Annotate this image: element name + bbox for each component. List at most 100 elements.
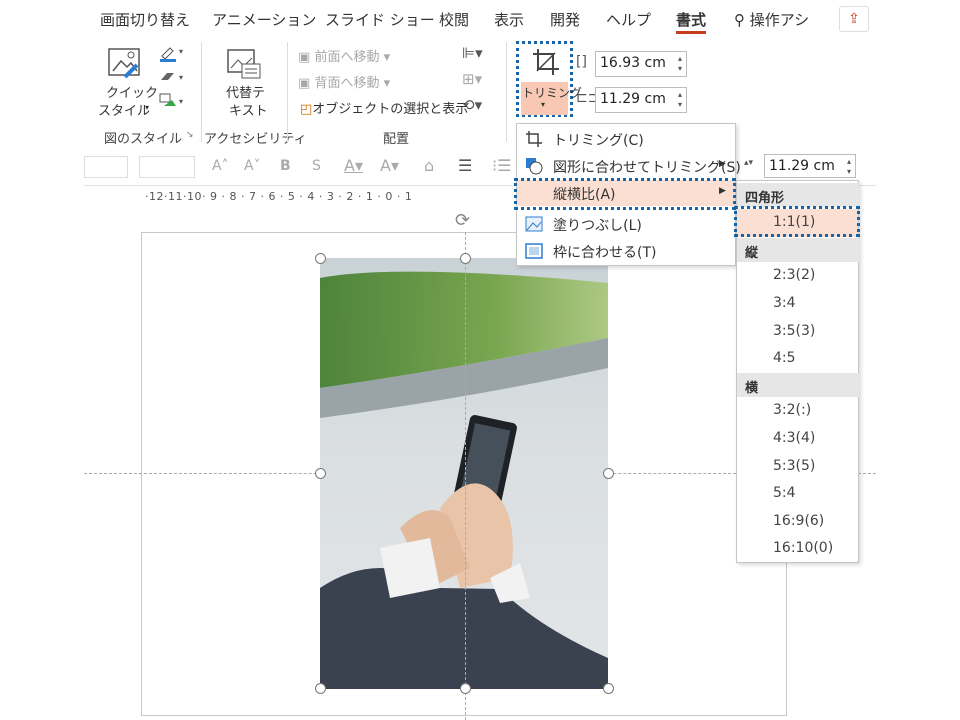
alt-text-icon[interactable] — [226, 46, 262, 80]
svg-text:▾: ▾ — [179, 97, 183, 106]
dialog-launcher-icon[interactable]: ↘ — [186, 130, 194, 140]
resize-handle-t[interactable] — [460, 253, 471, 264]
submenu-item-16-9[interactable]: 16:9(6) — [773, 513, 824, 529]
tab-transitions[interactable]: 画面切り替え — [100, 9, 190, 30]
spinner-arrows[interactable]: ▴▾ — [678, 90, 682, 110]
search-icon: ⚲ — [734, 11, 745, 29]
fit-icon — [525, 243, 543, 259]
selection-pane-label: オブジェクトの選択と表示 — [312, 102, 469, 117]
selection-pane-button[interactable]: ◰オブジェクトの選択と表示 — [300, 98, 468, 117]
guide-vertical — [465, 232, 466, 720]
selection-pane-icon: ◰ — [300, 102, 313, 117]
fill-icon — [525, 216, 543, 232]
shape-width-input[interactable]: 11.29 cm ▴ ▾ — [595, 87, 687, 113]
menu-item-label: トリミング(C) — [553, 133, 644, 149]
spinner-arrows[interactable]: ▴▾ — [847, 157, 851, 177]
resize-handle-l[interactable] — [315, 468, 326, 479]
width-value: 11.29 cm — [600, 91, 666, 107]
group-arrange: 配置 — [383, 132, 410, 147]
tab-format[interactable]: 書式 — [676, 9, 706, 30]
height-value: 16.93 cm — [600, 55, 666, 71]
submenu-item-3-5[interactable]: 3:5(3) — [773, 323, 815, 339]
bold-icon[interactable]: B — [280, 158, 291, 174]
tab-help[interactable]: ヘルプ — [606, 9, 651, 30]
selected-picture[interactable] — [320, 258, 608, 689]
picture-effects-icon[interactable]: ▾ — [158, 68, 186, 86]
picture-border-icon[interactable]: ▾ — [158, 44, 186, 62]
submenu-item-4-3[interactable]: 4:3(4) — [773, 430, 815, 446]
resize-handle-bl[interactable] — [315, 683, 326, 694]
mini-height-value: 11.29 cm — [769, 158, 835, 174]
resize-handle-r[interactable] — [603, 468, 614, 479]
align-icon[interactable]: ⊫▾ — [462, 44, 483, 62]
crop-icon — [533, 49, 559, 75]
resize-handle-b[interactable] — [460, 683, 471, 694]
menu-item-crop[interactable]: トリミング(C) — [517, 126, 735, 152]
tab-slideshow[interactable]: スライド ショー — [325, 9, 435, 30]
font-size-box[interactable] — [139, 156, 195, 178]
menu-item-label: 図形に合わせてトリミング(S) — [553, 160, 741, 176]
bring-forward-icon: ▣ — [298, 50, 311, 65]
menu-item-fill[interactable]: 塗りつぶし(L) — [517, 211, 735, 237]
aspect-ratio-submenu: 四角形 1:1(1) 縦 2:3(2) 3:4 3:5(3) 4:5 横 3:2… — [736, 180, 859, 563]
resize-handle-tl[interactable] — [315, 253, 326, 264]
format-painter-icon[interactable]: ⌂ — [424, 156, 434, 175]
group-accessibility: アクセシビリティ — [204, 132, 307, 147]
crop-button[interactable]: トリミング ▾ — [516, 41, 582, 117]
grow-font-icon[interactable]: A˄ — [212, 158, 229, 174]
font-color-icon[interactable]: A▾ — [344, 156, 363, 175]
quick-style-label-1: クイック — [106, 86, 159, 101]
group-icon[interactable]: ⊞▾ — [462, 70, 482, 88]
alt-text-label-1: 代替テ — [226, 86, 266, 101]
quick-style-icon[interactable] — [106, 46, 144, 80]
send-backward-icon: ▣ — [298, 76, 311, 91]
share-icon: ⇪ — [848, 11, 860, 27]
group-picture-styles: 図のスタイル — [104, 132, 183, 147]
crop-to-shape-icon — [526, 158, 543, 175]
tab-view[interactable]: 表示 — [494, 9, 524, 30]
submenu-item-5-3[interactable]: 5:3(5) — [773, 458, 815, 474]
font-name-box[interactable] — [84, 156, 128, 178]
resize-handle-br[interactable] — [603, 683, 614, 694]
bring-forward-label: 前面へ移動 — [314, 50, 380, 65]
text-effects-icon[interactable]: A▾ — [380, 156, 399, 175]
submenu-header-landscape: 横 — [737, 373, 859, 397]
submenu-item-3-4[interactable]: 3:4 — [773, 295, 796, 311]
height-icon: [] — [576, 54, 587, 70]
submenu-item-4-5[interactable]: 4:5 — [773, 350, 796, 366]
spinner-arrows[interactable]: ▴▾ — [678, 54, 682, 74]
menu-item-fit[interactable]: 枠に合わせる(T) — [517, 238, 735, 264]
active-tab-underline — [676, 31, 706, 34]
tab-review[interactable]: 校閲 — [439, 9, 469, 30]
submenu-header-square: 四角形 — [737, 183, 859, 207]
submenu-item-16-10[interactable]: 16:10(0) — [773, 540, 833, 556]
highlight-1-1 — [734, 206, 860, 237]
submenu-item-2-3[interactable]: 2:3(2) — [773, 267, 815, 283]
bring-forward-button[interactable]: ▣ 前面へ移動 ▾ — [298, 46, 390, 65]
picture-layout-icon[interactable]: ▾ — [158, 92, 186, 112]
tell-me-box[interactable]: ⚲ 操作アシ — [734, 9, 809, 30]
submenu-item-5-4[interactable]: 5:4 — [773, 485, 796, 501]
crop-icon — [526, 131, 542, 147]
spinner-arrows[interactable]: ▴▾ — [744, 158, 753, 168]
tell-me-label: 操作アシ — [749, 11, 810, 29]
tab-developer[interactable]: 開発 — [550, 9, 580, 30]
highlight-aspect-ratio — [514, 178, 736, 210]
shape-height-input[interactable]: 16.93 cm ▴ ▾ — [595, 51, 687, 77]
chevron-down-icon: ▾ — [145, 103, 150, 112]
rotate-icon[interactable]: ⟲▾ — [462, 96, 482, 114]
tab-animations[interactable]: アニメーション — [212, 9, 316, 30]
send-backward-button[interactable]: ▣ 背面へ移動 ▾ — [298, 72, 390, 91]
align-center-icon[interactable]: ☰ — [458, 156, 472, 175]
submenu-item-3-2[interactable]: 3:2(:) — [773, 402, 811, 418]
shadow-icon[interactable]: S — [312, 158, 321, 174]
bullets-icon[interactable]: ⁝☰ — [492, 156, 511, 175]
ribbon-tabs: 画面切り替え アニメーション スライド ショー 校閲 表示 開発 ヘルプ 書式 … — [0, 0, 960, 36]
menu-item-crop-to-shape[interactable]: 図形に合わせてトリミング(S) ▶ — [517, 153, 741, 179]
chevron-down-icon: ▾ — [541, 100, 546, 109]
shrink-font-icon[interactable]: A˅ — [244, 158, 261, 174]
mini-height-input[interactable]: 11.29 cm ▴ ▾ — [764, 154, 856, 178]
submenu-arrow-icon: ▶ — [719, 159, 726, 169]
rotate-handle-icon[interactable]: ⟳ — [455, 210, 470, 231]
share-button[interactable]: ⇪ — [839, 6, 869, 32]
